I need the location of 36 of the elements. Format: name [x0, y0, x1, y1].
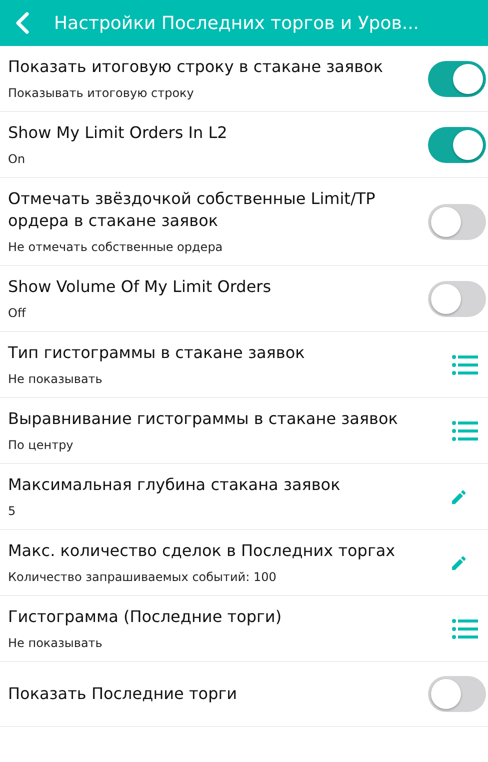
setting-title: Показать итоговую строку в стакане заявок: [8, 56, 384, 78]
setting-title: Макс. количество сделок в Последних торгах: [8, 540, 396, 562]
setting-value: Количество запрашиваемых событий: 100: [8, 569, 278, 585]
setting-value: Не отмечать собственные ордера: [8, 239, 224, 255]
setting-title: Отмечать звёздочкой собственные Limit/TP ордера в стакане заявок: [8, 188, 376, 232]
back-icon: [15, 12, 29, 34]
setting-value: По центру: [8, 437, 74, 453]
pencil-icon: [452, 556, 466, 570]
list-button[interactable]: [452, 354, 478, 374]
list-button[interactable]: [452, 420, 478, 440]
toggle-switch[interactable]: [428, 204, 486, 240]
setting-value: On: [8, 151, 26, 167]
toggle-switch[interactable]: [428, 676, 486, 712]
list-button[interactable]: [452, 618, 478, 638]
list-icon: [452, 354, 478, 374]
setting-value: Не показывать: [8, 371, 104, 387]
toggle-switch[interactable]: [428, 60, 486, 96]
setting-value: Off: [8, 305, 27, 321]
setting-title: Выравнивание гистограммы в стакане заявок: [8, 408, 399, 430]
setting-title: Показать Последние торги: [8, 683, 238, 705]
list-icon: [452, 618, 478, 638]
setting-value: 5: [8, 503, 17, 519]
setting-title: Show Volume Of My Limit Orders: [8, 276, 272, 298]
list-icon: [452, 420, 478, 440]
setting-title: Тип гистограммы в стакане заявок: [8, 342, 306, 364]
pencil-icon: [452, 490, 466, 504]
screen-title: Настройки Последних торгов и Уров...: [54, 12, 420, 34]
edit-button[interactable]: [452, 490, 466, 504]
setting-title: Show My Limit Orders In L2: [8, 122, 228, 144]
toggle-switch[interactable]: [428, 280, 486, 316]
toggle-switch[interactable]: [428, 126, 486, 162]
setting-value: Не показывать: [8, 635, 104, 651]
setting-title: Максимальная глубина стакана заявок: [8, 474, 342, 496]
edit-button[interactable]: [452, 556, 466, 570]
setting-title: Гистограмма (Последние торги): [8, 606, 283, 628]
setting-value: Показывать итоговую строку: [8, 85, 195, 101]
